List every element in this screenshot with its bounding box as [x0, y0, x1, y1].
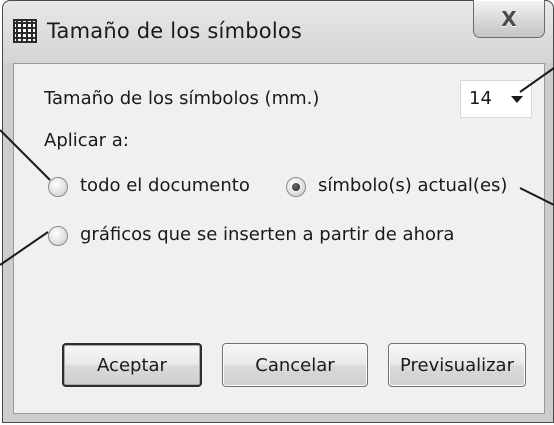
preview-button[interactable]: Previsualizar [388, 343, 526, 387]
future-graphics-radio[interactable] [48, 226, 68, 246]
whole-document-label[interactable]: todo el documento [80, 175, 250, 196]
whole-document-radio[interactable] [48, 177, 68, 197]
close-icon: X [501, 6, 517, 31]
close-button[interactable]: X [473, 0, 545, 38]
accept-button[interactable]: Aceptar [62, 343, 202, 387]
grid-icon [13, 19, 37, 43]
symbol-size-value: 14 [469, 88, 492, 109]
window-title: Tamaño de los símbolos [47, 19, 303, 43]
caret-down-icon [511, 96, 523, 103]
current-symbols-radio[interactable] [286, 177, 306, 197]
symbol-size-dropdown[interactable]: 14 [460, 80, 532, 118]
future-graphics-label[interactable]: gráficos que se inserten a partir de aho… [80, 224, 454, 245]
title-bar[interactable]: Tamaño de los símbolos X [3, 0, 553, 63]
apply-to-label: Aplicar a: [44, 130, 129, 151]
symbol-size-label: Tamaño de los símbolos (mm.) [44, 88, 320, 109]
screenshot-stage: Tamaño de los símbolos X Tamaño de los s… [0, 0, 554, 425]
cancel-button[interactable]: Cancelar [222, 343, 368, 387]
current-symbols-label[interactable]: símbolo(s) actual(es) [318, 175, 507, 196]
